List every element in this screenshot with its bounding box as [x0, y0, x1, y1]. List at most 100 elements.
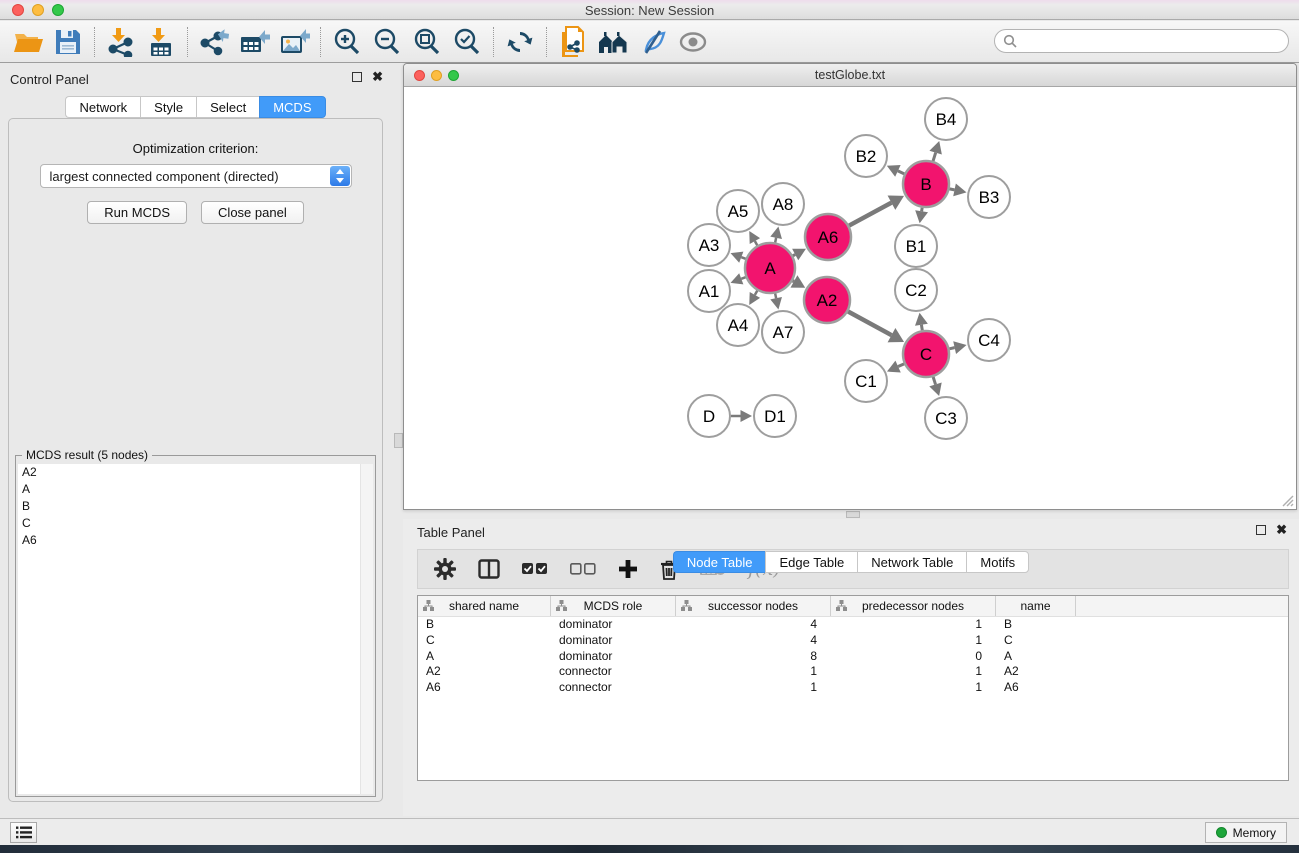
edge-arrowhead: [929, 141, 941, 155]
edge-A-A1[interactable]: [741, 277, 745, 279]
edge-C-C1[interactable]: [898, 364, 904, 367]
edge-B-B4[interactable]: [933, 153, 936, 161]
save-session-icon[interactable]: [48, 24, 88, 60]
mcds-result-item[interactable]: A6: [18, 532, 373, 549]
edge-A-A7[interactable]: [775, 293, 776, 298]
import-network-icon[interactable]: [101, 24, 141, 60]
open-file-icon[interactable]: [8, 24, 48, 60]
network-canvas[interactable]: AA1A2A3A4A5A6A7A8BB1B2B3B4CC1C2C3C4DD1: [404, 87, 1296, 509]
edge-A-A4[interactable]: [755, 291, 757, 295]
desktop-background: [0, 845, 1299, 853]
graph-node-label-A7: A7: [773, 323, 794, 342]
search-input[interactable]: [1021, 32, 1288, 50]
edge-C-C2[interactable]: [921, 325, 922, 331]
table-panel-title: Table Panel: [417, 525, 485, 540]
zoom-selected-icon[interactable]: [447, 24, 487, 60]
mcds-tab-content: Optimization criterion: largest connecte…: [8, 118, 383, 802]
tab-style[interactable]: Style: [140, 96, 196, 118]
graph-node-label-B: B: [920, 175, 931, 194]
toolbar-separator: [493, 27, 494, 57]
run-mcds-button[interactable]: Run MCDS: [87, 201, 187, 224]
graph-node-label-B2: B2: [856, 147, 877, 166]
tab-select[interactable]: Select: [196, 96, 259, 118]
edge-A2-C[interactable]: [848, 311, 891, 335]
edge-C-C3[interactable]: [933, 377, 935, 384]
edge-A-A6[interactable]: [793, 255, 795, 256]
network-view-window: testGlobe.txt AA1A2A3A4A5A6A7A8BB1B2B3B4…: [403, 63, 1297, 510]
import-table-icon[interactable]: [141, 24, 181, 60]
tab-network[interactable]: Network: [65, 96, 140, 118]
edge-arrowhead: [915, 210, 928, 223]
edge-A-A8[interactable]: [775, 238, 776, 243]
mcds-result-item[interactable]: B: [18, 498, 373, 515]
export-image-icon[interactable]: [274, 24, 314, 60]
graph-node-label-A2: A2: [817, 291, 838, 310]
tab-node-table[interactable]: Node Table: [673, 551, 766, 573]
resize-grip-icon[interactable]: [1280, 493, 1294, 507]
edge-C-C4[interactable]: [949, 348, 954, 349]
tab-mcds[interactable]: MCDS: [259, 96, 325, 118]
edge-B-B3[interactable]: [950, 189, 955, 190]
mcds-result-item[interactable]: A2: [18, 464, 373, 481]
export-network-icon[interactable]: [194, 24, 234, 60]
list-icon: [16, 826, 32, 839]
criterion-select[interactable]: largest connected component (directed): [40, 164, 352, 188]
graph-node-label-A8: A8: [773, 195, 794, 214]
graph-node-label-D1: D1: [764, 407, 786, 426]
task-history-button[interactable]: [10, 822, 37, 843]
clone-network-icon[interactable]: [553, 24, 593, 60]
mcds-result-item[interactable]: A: [18, 481, 373, 498]
graph-node-label-A4: A4: [728, 316, 749, 335]
close-table-panel-icon[interactable]: ✖: [1276, 525, 1287, 535]
graph-node-label-A: A: [764, 259, 776, 278]
memory-button[interactable]: Memory: [1205, 822, 1287, 843]
edge-arrowhead: [770, 297, 782, 309]
tab-motifs[interactable]: Motifs: [966, 551, 1029, 573]
edge-arrowhead: [953, 341, 966, 354]
edge-arrowhead: [770, 227, 782, 239]
mcds-result-title: MCDS result (5 nodes): [22, 448, 152, 462]
tab-edge-table[interactable]: Edge Table: [765, 551, 857, 573]
control-panel-tabs: NetworkStyleSelectMCDS: [0, 96, 391, 118]
app-title-bar: Session: New Session: [0, 0, 1299, 20]
edge-arrowhead: [915, 313, 928, 326]
close-panel-icon[interactable]: ✖: [372, 72, 383, 82]
graph-node-label-A1: A1: [699, 282, 720, 301]
main-toolbar: [0, 21, 1299, 63]
edge-A-A3[interactable]: [741, 257, 745, 259]
edge-B-B1[interactable]: [922, 208, 923, 212]
edge-A-A5[interactable]: [755, 241, 757, 245]
zoom-in-icon[interactable]: [327, 24, 367, 60]
toolbar-separator: [94, 27, 95, 57]
show-all-icon[interactable]: [673, 24, 713, 60]
first-neighbors-icon[interactable]: [593, 24, 633, 60]
mcds-result-list[interactable]: A2ABCA6: [18, 464, 373, 794]
refresh-icon[interactable]: [500, 24, 540, 60]
float-panel-icon[interactable]: [352, 72, 362, 82]
toolbar-separator: [546, 27, 547, 57]
export-table-icon[interactable]: [234, 24, 274, 60]
edge-A6-B[interactable]: [849, 203, 891, 226]
scrollbar[interactable]: [360, 464, 373, 794]
vertical-splitter-handle[interactable]: [394, 433, 403, 448]
zoom-fit-icon[interactable]: [407, 24, 447, 60]
graph-node-label-D: D: [703, 407, 715, 426]
search-box[interactable]: [994, 29, 1289, 53]
horizontal-splitter-handle[interactable]: [846, 511, 860, 518]
edge-arrowhead: [953, 184, 966, 197]
edge-arrowhead: [741, 410, 753, 422]
search-icon: [1003, 34, 1017, 48]
mcds-result-box: MCDS result (5 nodes) A2ABCA6: [15, 455, 376, 797]
optimization-criterion-label: Optimization criterion:: [9, 141, 382, 156]
tab-network-table[interactable]: Network Table: [857, 551, 966, 573]
hide-selected-icon[interactable]: [633, 24, 673, 60]
float-table-panel-icon[interactable]: [1256, 525, 1266, 535]
mcds-result-item[interactable]: C: [18, 515, 373, 532]
graph-node-label-B1: B1: [906, 237, 927, 256]
zoom-out-icon[interactable]: [367, 24, 407, 60]
control-panel-title: Control Panel: [10, 72, 89, 87]
close-panel-button[interactable]: Close panel: [201, 201, 304, 224]
edge-B-B2[interactable]: [898, 171, 904, 174]
network-graph[interactable]: AA1A2A3A4A5A6A7A8BB1B2B3B4CC1C2C3C4DD1: [404, 87, 1296, 509]
network-window-titlebar[interactable]: testGlobe.txt: [404, 64, 1296, 87]
